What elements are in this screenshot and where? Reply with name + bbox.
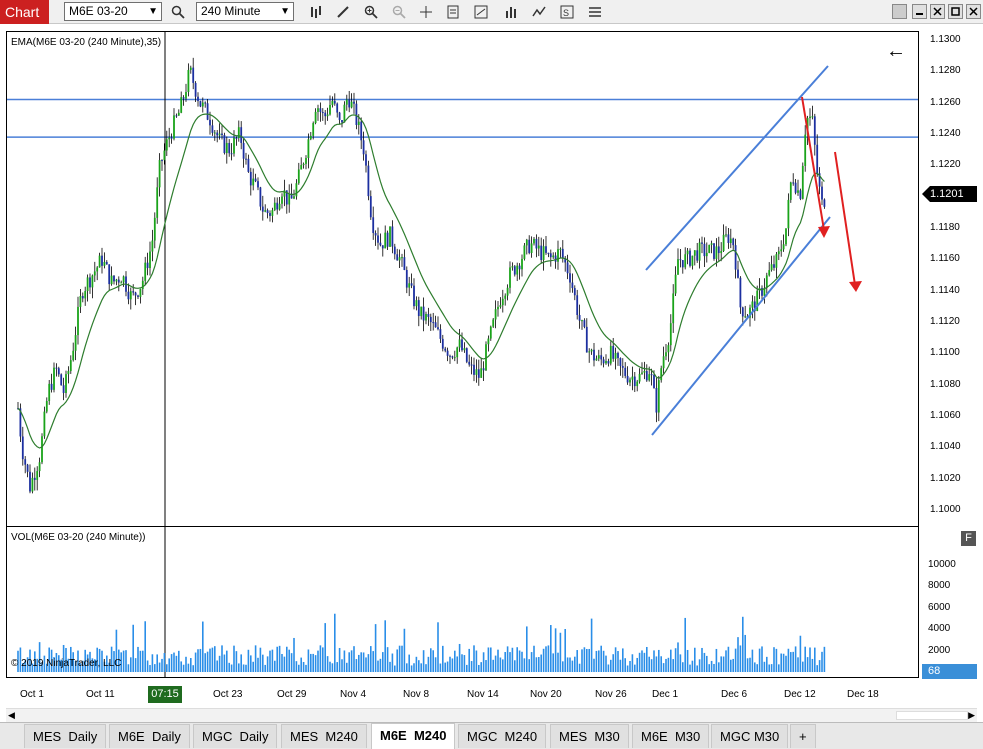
scroll-right-icon[interactable]: ▶	[968, 710, 975, 721]
scrollbar-thumb[interactable]	[896, 711, 968, 720]
instrument-value: M6E 03-20	[69, 4, 128, 18]
ema-indicator-label: EMA(M6E 03-20 (240 Minute),35)	[11, 37, 162, 48]
date-tick-label: Oct 23	[213, 689, 243, 700]
volume-tick-label: 2000	[928, 644, 951, 656]
chart-tab[interactable]: M6E M240	[371, 723, 456, 749]
chart-app-tab[interactable]: Chart	[0, 0, 49, 24]
price-tick-label: 1.1100	[930, 347, 960, 359]
maximize-icon[interactable]	[948, 4, 963, 19]
date-tick-label: Nov 20	[530, 689, 562, 700]
price-tick-label: 1.1260	[930, 96, 961, 108]
close-icon[interactable]	[930, 4, 945, 19]
chart-trader-icon[interactable]	[471, 2, 491, 22]
date-tick-label: Oct 29	[277, 689, 307, 700]
chart-tab[interactable]: M6E Daily	[109, 724, 190, 748]
properties-icon[interactable]	[585, 2, 605, 22]
chart-tab[interactable]: MES M30	[550, 724, 629, 748]
chart-tab[interactable]: MES Daily	[24, 724, 107, 748]
data-box-icon[interactable]	[443, 2, 463, 22]
volume-panel[interactable]	[6, 526, 919, 678]
interval-selector[interactable]: 240 Minute ▼	[196, 2, 294, 21]
date-tick-label: Dec 6	[721, 689, 748, 700]
volume-badge[interactable]: F	[961, 531, 976, 546]
zoom-in-icon[interactable]	[361, 2, 381, 22]
svg-text:S: S	[563, 8, 569, 18]
volume-tick-label: 8000	[928, 580, 951, 592]
price-tick-label: 1.1140	[930, 284, 960, 296]
price-tick-label: 1.1280	[930, 65, 961, 77]
price-tick-label: 1.1240	[930, 128, 961, 139]
price-tick-label: 1.1220	[930, 159, 961, 171]
price-panel[interactable]	[6, 31, 919, 526]
arrow-left-icon[interactable]: ←	[886, 41, 906, 61]
add-tab-button[interactable]: +	[790, 724, 816, 748]
interval-value: 240 Minute	[201, 4, 261, 18]
bars-icon[interactable]	[501, 2, 521, 22]
crosshair-icon[interactable]	[416, 2, 436, 22]
minimize-icon[interactable]	[912, 4, 927, 19]
horizontal-scrollbar[interactable]: ◀ ▶	[6, 708, 977, 722]
price-tick-label: 1.1000	[930, 504, 961, 515]
toolbar: Chart M6E 03-20 ▼ 240 Minute ▼ S	[0, 0, 983, 24]
strategies-icon[interactable]: S	[557, 2, 577, 22]
zoom-out-icon[interactable]	[389, 2, 409, 22]
instrument-selector[interactable]: M6E 03-20 ▼	[64, 2, 162, 21]
date-tick-label: Dec 1	[652, 689, 679, 700]
price-tick-label: 1.1120	[930, 316, 960, 327]
price-tick-label: 1.1180	[930, 222, 960, 233]
price-tick-label: 1.1040	[930, 441, 961, 453]
date-tick-label: Oct 11	[86, 689, 115, 700]
close-icon[interactable]	[966, 4, 981, 19]
last-price-marker: 1.1201	[922, 186, 977, 202]
chevron-down-icon: ▼	[148, 6, 158, 17]
date-tick-label: Nov 8	[403, 689, 430, 700]
date-tick-label: Dec 18	[847, 689, 879, 700]
copyright-text: © 2019 NinjaTrader, LLC	[11, 658, 122, 669]
chart-tab[interactable]: MGC Daily	[193, 724, 278, 748]
volume-tick-label: 10000	[928, 559, 956, 570]
volume-tick-label: 4000	[928, 623, 951, 635]
volume-tick-label: 6000	[928, 601, 951, 613]
chart-tab-bar: MES Daily M6E Daily MGC Daily MES M240 M6E M…	[0, 722, 983, 749]
bar-type-icon[interactable]	[306, 2, 326, 22]
crosshair-time-marker: 07:15	[148, 686, 182, 703]
chevron-down-icon: ▼	[280, 6, 290, 17]
scroll-left-icon[interactable]: ◀	[8, 710, 15, 721]
date-tick-label: Dec 12	[784, 689, 816, 700]
price-tick-label: 1.1020	[930, 472, 961, 484]
date-tick-label: Nov 14	[467, 689, 499, 700]
indicators-icon[interactable]	[529, 2, 549, 22]
date-tick-label: Nov 4	[340, 689, 367, 700]
chart-tab[interactable]: MGC M240	[458, 724, 547, 748]
chart-tab[interactable]: M6E M30	[632, 724, 710, 748]
search-icon[interactable]	[168, 2, 188, 22]
last-volume-marker: 68	[922, 664, 977, 679]
draw-pencil-icon[interactable]	[333, 2, 353, 22]
price-tick-label: 1.1300	[930, 34, 961, 45]
price-tick-label: 1.1060	[930, 410, 961, 421]
link-color-icon[interactable]	[892, 4, 907, 19]
volume-indicator-label: VOL(M6E 03-20 (240 Minute))	[11, 532, 146, 543]
date-tick-label: Nov 26	[595, 689, 627, 700]
date-tick-label: Oct 1	[20, 689, 44, 700]
chart-tab[interactable]: MGC M30	[711, 724, 789, 748]
price-tick-label: 1.1160	[930, 253, 960, 265]
chart-tab[interactable]: MES M240	[281, 724, 367, 748]
price-tick-label: 1.1080	[930, 378, 961, 390]
